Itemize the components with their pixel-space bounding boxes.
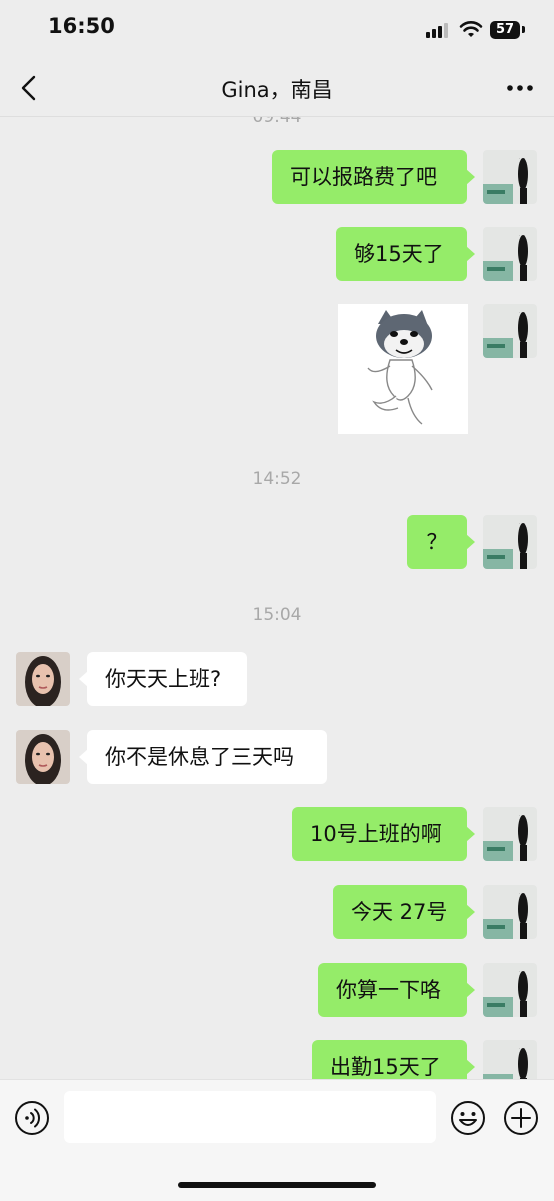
message-bubble-incoming[interactable]: 你不是休息了三天吗 bbox=[79, 730, 327, 784]
message-input[interactable] bbox=[64, 1091, 436, 1143]
input-bar bbox=[0, 1079, 554, 1201]
chat-message-list[interactable]: 09:44 可以报路费了吧 · · · 够15天了 · · · · · · 14… bbox=[0, 117, 554, 1079]
message-bubble-outgoing[interactable]: ？ bbox=[407, 515, 475, 569]
status-bar: 16:50 57 bbox=[0, 0, 554, 60]
svg-text:· · ·: · · · bbox=[519, 521, 525, 526]
my-avatar[interactable]: · · · bbox=[483, 304, 537, 358]
my-avatar[interactable]: · · · bbox=[483, 150, 537, 204]
svg-text:· · ·: · · · bbox=[519, 233, 525, 238]
my-avatar[interactable]: · · · bbox=[483, 807, 537, 861]
svg-text:· · ·: · · · bbox=[519, 813, 525, 818]
my-avatar[interactable]: · · · bbox=[483, 227, 537, 281]
svg-text:· · ·: · · · bbox=[519, 156, 525, 161]
message-bubble-outgoing[interactable]: 你算一下咯 bbox=[318, 963, 475, 1017]
svg-text:· · ·: · · · bbox=[519, 891, 525, 896]
message-bubble-outgoing[interactable]: 够15天了 bbox=[336, 227, 475, 281]
my-avatar[interactable]: · · · bbox=[483, 1040, 537, 1079]
svg-text:· · ·: · · · bbox=[519, 310, 525, 315]
status-time: 16:50 bbox=[48, 14, 115, 38]
battery-cap bbox=[522, 26, 525, 33]
my-avatar[interactable]: · · · bbox=[483, 885, 537, 939]
signal-icon bbox=[426, 22, 452, 38]
message-bubble-outgoing[interactable]: 出勤15天了 bbox=[312, 1040, 475, 1079]
timestamp: 15:04 bbox=[252, 605, 302, 625]
emoji-icon[interactable] bbox=[450, 1100, 486, 1136]
battery-icon: 57 bbox=[490, 21, 520, 39]
dog-dancing-sticker[interactable] bbox=[338, 304, 468, 434]
message-bubble-outgoing[interactable]: 可以报路费了吧 bbox=[272, 150, 475, 204]
more-dots-icon[interactable] bbox=[506, 80, 534, 96]
svg-text:· · ·: · · · bbox=[519, 1046, 525, 1051]
message-bubble-incoming[interactable]: 你天天上班? bbox=[79, 652, 247, 706]
contact-avatar[interactable] bbox=[16, 652, 70, 706]
timestamp: 14:52 bbox=[252, 469, 302, 489]
my-avatar[interactable]: · · · bbox=[483, 515, 537, 569]
chat-header: Gina，南昌 bbox=[0, 60, 554, 117]
my-avatar[interactable]: · · · bbox=[483, 963, 537, 1017]
timestamp-clipped: 09:44 bbox=[252, 117, 302, 127]
voice-icon[interactable] bbox=[14, 1100, 50, 1136]
home-indicator bbox=[178, 1182, 376, 1188]
message-bubble-outgoing[interactable]: 10号上班的啊 bbox=[292, 807, 475, 861]
svg-text:· · ·: · · · bbox=[519, 969, 525, 974]
message-bubble-outgoing[interactable]: 今天 27号 bbox=[333, 885, 475, 939]
contact-avatar[interactable] bbox=[16, 730, 70, 784]
wifi-icon bbox=[459, 21, 483, 37]
chat-title: Gina，南昌 bbox=[221, 78, 333, 102]
plus-icon[interactable] bbox=[503, 1100, 539, 1136]
